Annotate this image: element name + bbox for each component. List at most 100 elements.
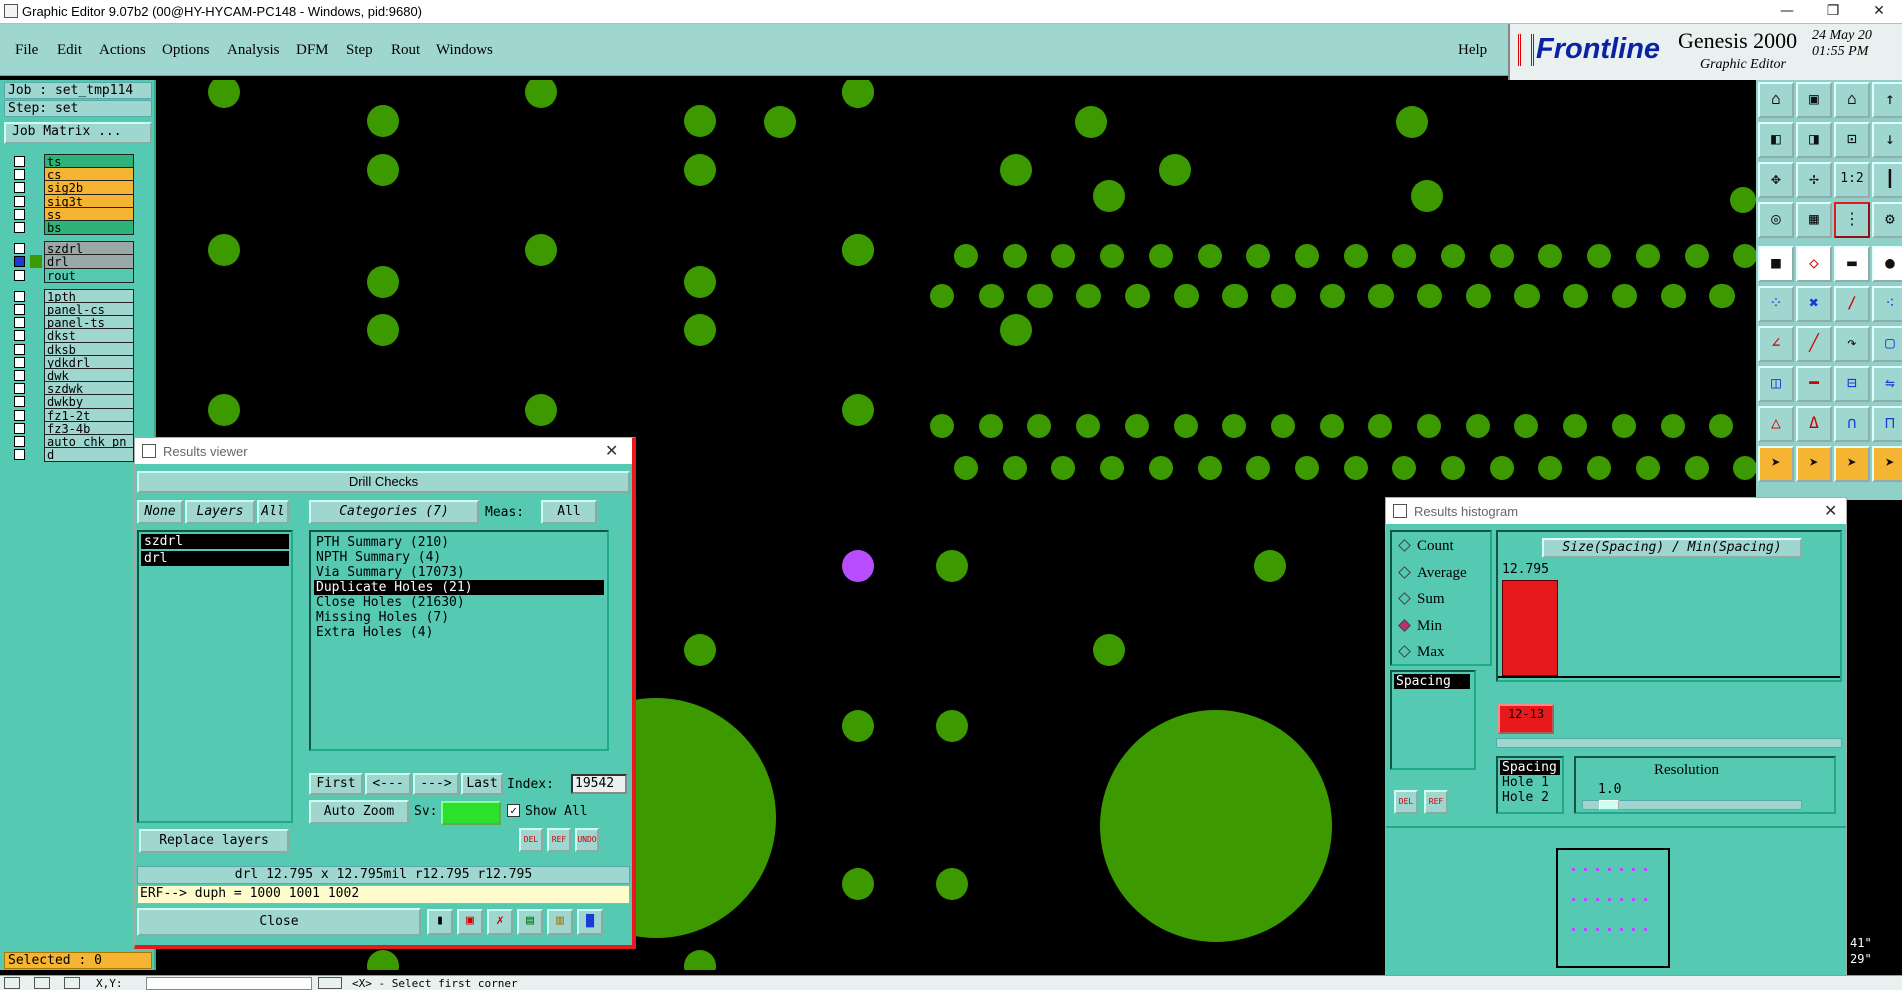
auto-zoom-select[interactable]: Auto Zoom (309, 800, 409, 824)
square-icon[interactable]: ◫ (1758, 366, 1794, 402)
drill-hole[interactable] (842, 868, 874, 900)
layers-all-button[interactable]: All (257, 500, 289, 524)
restore-button[interactable]: ❐ (1810, 0, 1856, 24)
drill-hole[interactable] (954, 244, 978, 268)
arc-icon[interactable]: ↷ (1834, 326, 1870, 362)
drill-hole[interactable] (1538, 456, 1563, 480)
scroll-up-icon[interactable]: ↑ (1872, 82, 1902, 118)
layer-name[interactable]: bs (44, 220, 134, 235)
drill-hole[interactable] (1392, 244, 1417, 268)
drill-hole[interactable] (684, 634, 716, 666)
drill-hole[interactable] (1587, 244, 1612, 268)
layer-results-item[interactable]: drl (141, 551, 289, 566)
close-icon[interactable]: ✕ (1824, 501, 1837, 521)
notes-icon[interactable]: ▥ (547, 909, 573, 935)
menu-step[interactable]: Step (346, 42, 373, 59)
select-pointer-icon[interactable]: ➤ (1758, 446, 1794, 482)
drill-hole[interactable] (1148, 244, 1173, 268)
histogram-bar[interactable] (1502, 580, 1558, 676)
select-net-icon[interactable]: ➤ (1834, 446, 1870, 482)
layer-checkbox[interactable] (14, 449, 25, 461)
align-icon[interactable]: ⊟ (1834, 366, 1870, 402)
layer-checkbox[interactable] (14, 156, 25, 167)
layer-checkbox[interactable] (14, 269, 25, 281)
menu-actions[interactable]: Actions (99, 42, 146, 59)
drill-hole[interactable] (1396, 106, 1428, 138)
node-icon[interactable]: ⁖ (1872, 286, 1902, 322)
drill-hole[interactable] (1000, 154, 1032, 186)
layer-checkbox[interactable] (14, 436, 25, 447)
drill-hole[interactable] (1709, 414, 1734, 438)
close-icon[interactable]: ✕ (605, 441, 618, 461)
drill-hole[interactable] (1002, 244, 1027, 268)
layer-checkbox[interactable] (14, 195, 25, 207)
layer-checkbox[interactable] (14, 182, 25, 194)
film-icon[interactable]: ▬ (1834, 246, 1870, 282)
arch-icon[interactable]: ∩ (1834, 406, 1870, 442)
minimize-button[interactable]: — (1764, 0, 1810, 24)
layer-name[interactable]: rout (44, 267, 134, 283)
drill-hole[interactable] (1635, 456, 1660, 480)
drill-hole[interactable] (842, 710, 874, 742)
layer-row[interactable]: d (12, 447, 134, 463)
drill-hole[interactable] (1051, 456, 1076, 480)
mode-radio[interactable]: Min (1398, 618, 1442, 635)
drill-hole[interactable] (930, 414, 954, 438)
drill-hole[interactable] (367, 105, 399, 137)
measure-icon[interactable]: ⋮ (1834, 202, 1870, 238)
drill-hole[interactable] (208, 394, 240, 426)
snap-toggle-icon[interactable] (4, 977, 20, 989)
layer-checkbox[interactable] (14, 169, 25, 181)
layer-checkbox[interactable] (14, 343, 25, 355)
refresh-icon[interactable]: REF (1424, 790, 1448, 814)
drill-hole[interactable] (842, 394, 874, 426)
drill-hole[interactable] (936, 710, 968, 742)
mode-radio[interactable]: Sum (1398, 591, 1445, 608)
cancel-icon[interactable]: ✗ (487, 909, 513, 935)
drill-hole[interactable] (1343, 244, 1368, 268)
check-toggle-icon[interactable] (34, 977, 50, 989)
bin-label[interactable]: 12-13 (1498, 704, 1554, 734)
ruler-icon[interactable]: ┃ (1872, 162, 1902, 198)
record-icon[interactable]: ● (1872, 246, 1902, 282)
drill-hole[interactable] (684, 950, 716, 970)
line-icon[interactable]: ∠ (1758, 326, 1794, 362)
zoom-home-icon[interactable]: ▣ (1796, 82, 1832, 118)
erase-icon[interactable]: ◇ (1796, 246, 1832, 282)
first-button[interactable]: First (309, 773, 363, 795)
drill-hole[interactable] (936, 868, 968, 900)
layer-row[interactable]: rout (12, 267, 134, 283)
index-field[interactable]: 19542 (571, 774, 627, 794)
drill-hole[interactable] (1392, 456, 1417, 480)
menu-analysis[interactable]: Analysis (227, 42, 280, 59)
drill-hole[interactable] (1197, 244, 1222, 268)
drill-hole[interactable] (1441, 244, 1465, 268)
drill-hole[interactable] (1489, 456, 1514, 480)
drill-hole[interactable] (1173, 284, 1198, 308)
category-item[interactable]: PTH Summary (210) (314, 535, 604, 550)
drill-hole[interactable] (1563, 414, 1588, 438)
menu-edit[interactable]: Edit (57, 42, 82, 59)
drill-hole[interactable] (684, 266, 716, 298)
meas-select[interactable]: All (541, 500, 597, 524)
link-icon[interactable]: ∕ (1834, 286, 1870, 322)
triangle-icon[interactable]: △ (1758, 406, 1794, 442)
drill-hole[interactable] (1246, 244, 1271, 268)
home-icon[interactable]: ⌂ (1758, 82, 1794, 118)
drill-hole[interactable] (1489, 244, 1514, 268)
drill-hole[interactable] (1002, 456, 1027, 480)
metric-list[interactable]: Spacing (1390, 670, 1476, 770)
pad-icon[interactable]: ▢ (1872, 326, 1902, 362)
mode-icon[interactable] (318, 977, 342, 989)
replace-layers-select[interactable]: Replace layers (139, 829, 289, 853)
drill-hole[interactable] (1093, 180, 1125, 212)
drill-hole[interactable] (978, 284, 1003, 308)
coord-field[interactable] (146, 977, 312, 990)
drill-hole[interactable] (1368, 414, 1393, 438)
drill-hole[interactable] (1270, 414, 1295, 438)
layer-checkbox[interactable] (14, 317, 25, 329)
layer-name[interactable]: d (44, 447, 134, 463)
drill-hole[interactable] (1027, 414, 1052, 438)
zoom-out-icon[interactable]: ⊡ (1834, 122, 1870, 158)
drill-hole[interactable] (525, 234, 557, 266)
